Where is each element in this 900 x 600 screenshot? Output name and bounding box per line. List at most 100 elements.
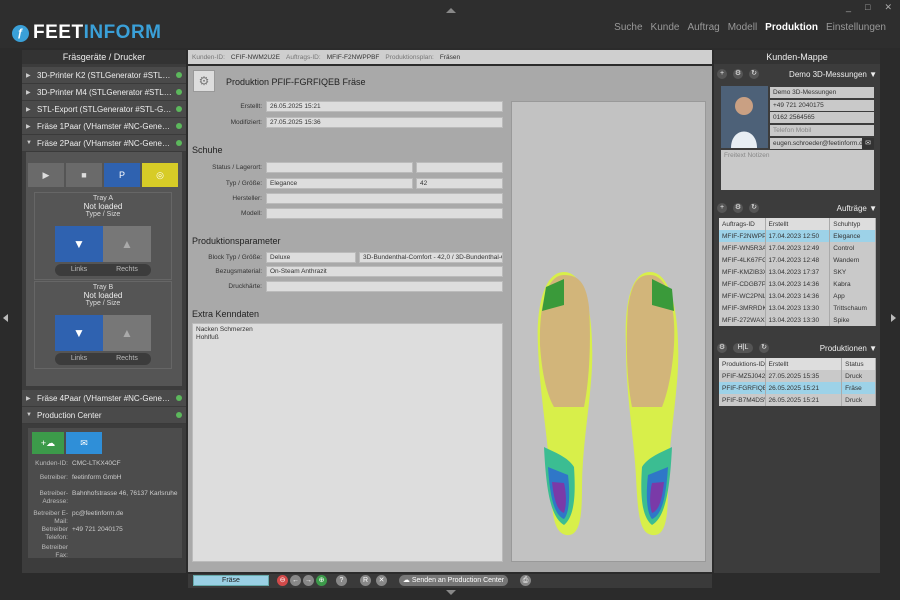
- customer-phone2[interactable]: 0162 2564565: [770, 112, 874, 123]
- maximize-button[interactable]: □: [865, 2, 870, 13]
- help-icon[interactable]: ?: [336, 575, 347, 586]
- load-down-icon[interactable]: ▼: [55, 315, 103, 351]
- table-row[interactable]: PFIF-B7M4DSWU26.05.2025 15:21Druck: [719, 394, 876, 406]
- customer-mobile[interactable]: Telefon Mobil: [770, 125, 874, 136]
- table-row[interactable]: MFIF-272WAXYZ13.04.2023 13:30Spike: [719, 314, 876, 326]
- confirm-icon[interactable]: ⊕: [316, 575, 327, 586]
- chevron-right-icon[interactable]: ▶: [26, 106, 33, 113]
- refresh-icon[interactable]: ↻: [759, 343, 769, 353]
- load-down-icon[interactable]: ▼: [55, 226, 103, 262]
- tray-right-label[interactable]: Rechts: [103, 353, 151, 365]
- collapse-bottom-icon[interactable]: [446, 590, 456, 595]
- customer-email[interactable]: eugen.schroeder@feetinform.de: [770, 138, 862, 149]
- device-row[interactable]: ▶ STL-Export (STLGenerator #STL-Generator…: [22, 101, 186, 118]
- chevron-down-icon[interactable]: ▼: [26, 140, 33, 146]
- delete-icon[interactable]: ⊖: [277, 575, 288, 586]
- gear-icon[interactable]: ⚙: [717, 343, 727, 353]
- collapse-left-icon[interactable]: [3, 314, 8, 322]
- table-row[interactable]: PFIF-MZ5J042F 27.05.2025 15:35 Druck: [719, 370, 876, 382]
- lagerort-field[interactable]: [416, 162, 503, 173]
- tray-left-label[interactable]: Links: [55, 353, 103, 365]
- gear-icon[interactable]: ⚙: [733, 69, 743, 79]
- table-row[interactable]: MFIF-WN5R3ABC17.04.2023 12:49Control: [719, 242, 876, 254]
- nav-suche[interactable]: Suche: [614, 22, 642, 33]
- nav-einstellungen[interactable]: Einstellungen: [826, 22, 886, 33]
- send-production-center-button[interactable]: ☁ Senden an Production Center: [399, 575, 508, 586]
- collapse-right-icon[interactable]: [891, 314, 896, 322]
- target-button[interactable]: ◎: [142, 163, 178, 187]
- device-row[interactable]: ▼ Fräse 2Paar (VHamster #NC-Generator-2): [22, 135, 186, 152]
- device-row[interactable]: ▶ 3D-Printer K2 (STLGenerator #STL-Genera…: [22, 67, 186, 84]
- table-row[interactable]: MFIF-3MRRDKLJ13.04.2023 13:30Trittschaum: [719, 302, 876, 314]
- column-header[interactable]: Produktions-ID: [719, 358, 766, 370]
- refresh-icon[interactable]: ↻: [749, 69, 759, 79]
- table-row[interactable]: MFIF-CDGB7PQR13.04.2023 14:36Kabra: [719, 278, 876, 290]
- customer-notes[interactable]: Freitext Notizen: [721, 150, 874, 190]
- print-icon[interactable]: ⎙: [520, 575, 531, 586]
- bezug-field[interactable]: On-Steam Anthrazit: [266, 266, 503, 277]
- chevron-right-icon[interactable]: ▶: [26, 72, 33, 79]
- device-row[interactable]: ▶ Fräse 1Paar (VHamster #NC-Generator-1): [22, 118, 186, 135]
- customer-phone[interactable]: +49 721 2040175: [770, 100, 874, 111]
- forward-icon[interactable]: →: [303, 575, 314, 586]
- p-button[interactable]: P: [104, 163, 140, 187]
- measure-title[interactable]: Demo 3D-Messungen ▼: [789, 70, 877, 79]
- close-button[interactable]: ✕: [884, 2, 892, 13]
- cloud-upload-button[interactable]: +☁: [32, 432, 64, 454]
- tray-left-label[interactable]: Links: [55, 264, 103, 276]
- minimize-button[interactable]: _: [846, 2, 851, 13]
- customer-name[interactable]: Demo 3D-Messungen: [770, 87, 874, 98]
- eject-icon[interactable]: ▲: [103, 226, 151, 262]
- play-button[interactable]: ▶: [28, 163, 64, 187]
- prods-title[interactable]: Produktionen ▼: [820, 344, 877, 353]
- orders-title[interactable]: Aufträge ▼: [837, 204, 877, 213]
- eject-icon[interactable]: ▲: [103, 315, 151, 351]
- column-header[interactable]: Schuhtyp: [829, 218, 876, 230]
- table-row[interactable]: MFIF-WC2PNLMN13.04.2023 14:36App: [719, 290, 876, 302]
- stop-button[interactable]: ■: [66, 163, 102, 187]
- gear-icon[interactable]: ⚙: [733, 203, 743, 213]
- table-row[interactable]: PFIF-FGRFIQEB26.05.2025 15:21Fräse: [719, 382, 876, 394]
- tray-right-label[interactable]: Rechts: [103, 264, 151, 276]
- add-icon[interactable]: +: [717, 69, 727, 79]
- nav-produktion[interactable]: Produktion: [765, 22, 818, 33]
- column-header[interactable]: Status: [841, 358, 876, 370]
- column-header[interactable]: Erstellt: [765, 218, 831, 230]
- nav-auftrag[interactable]: Auftrag: [687, 22, 719, 33]
- chevron-right-icon[interactable]: ▶: [26, 89, 33, 96]
- mail-button[interactable]: ✉: [66, 432, 102, 454]
- table-row[interactable]: MFIF-F2NWPPBF17.04.2023 12:50Elegance: [719, 230, 876, 242]
- table-row[interactable]: MFIF-KMZIB3XY13.04.2023 17:37SKY: [719, 266, 876, 278]
- block-groesse-field[interactable]: 3D-Bundenthal-Comfort - 42,0 / 3D-Bunden…: [359, 252, 503, 263]
- block-typ-field[interactable]: Deluxe: [266, 252, 356, 263]
- table-row[interactable]: MFIF-4LK67FGH17.04.2023 12:48Wandern: [719, 254, 876, 266]
- table-cell: Elegance: [829, 230, 876, 242]
- cancel-icon[interactable]: ✕: [376, 575, 387, 586]
- device-row[interactable]: ▶ Fräse 4Paar (VHamster #NC-Generator-3): [22, 390, 186, 407]
- insole-preview[interactable]: [511, 101, 706, 562]
- groesse-field[interactable]: 42: [416, 178, 503, 189]
- add-icon[interactable]: +: [717, 203, 727, 213]
- typ-field[interactable]: Elegance: [266, 178, 413, 189]
- device-row[interactable]: ▼ Production Center: [22, 407, 186, 424]
- hersteller-field[interactable]: [266, 193, 503, 204]
- extra-textarea[interactable]: Nacken Schmerzen Hohlfuß: [192, 323, 503, 562]
- column-header[interactable]: Erstellt: [765, 358, 843, 370]
- mail-icon[interactable]: ✉: [862, 138, 874, 149]
- back-icon[interactable]: ←: [290, 575, 301, 586]
- r-icon[interactable]: R: [360, 575, 371, 586]
- fraese-selector[interactable]: Fräse: [193, 575, 269, 586]
- collapse-top-icon[interactable]: [446, 8, 456, 13]
- chevron-right-icon[interactable]: ▶: [26, 123, 33, 130]
- chevron-right-icon[interactable]: ▶: [26, 395, 33, 402]
- modell-field[interactable]: [266, 208, 503, 219]
- hl-toggle[interactable]: H|L: [733, 343, 753, 353]
- nav-modell[interactable]: Modell: [728, 22, 757, 33]
- nav-kunde[interactable]: Kunde: [651, 22, 680, 33]
- druck-field[interactable]: [266, 281, 503, 292]
- status-field[interactable]: [266, 162, 413, 173]
- column-header[interactable]: Auftrags-ID: [719, 218, 766, 230]
- chevron-down-icon[interactable]: ▼: [26, 412, 33, 418]
- refresh-icon[interactable]: ↻: [749, 203, 759, 213]
- device-row[interactable]: ▶ 3D-Printer M4 (STLGenerator #STL-Genera…: [22, 84, 186, 101]
